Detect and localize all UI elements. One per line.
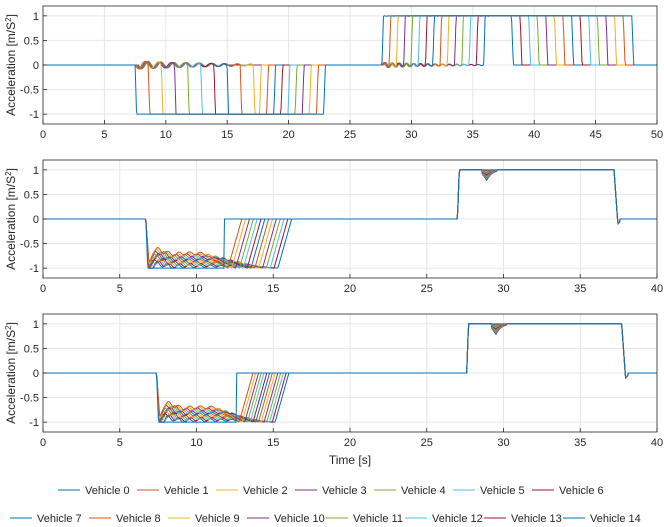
legend-label: Vehicle 14 (590, 513, 641, 525)
x-tick-label: 45 (589, 129, 601, 141)
legend-item-vehicle-4: Vehicle 4 (374, 485, 446, 497)
x-tick-label: 0 (40, 129, 46, 141)
y-axis-label-close: ] (4, 168, 18, 171)
y-tick-label: 0 (33, 214, 39, 226)
x-tick-label: 5 (101, 129, 107, 141)
y-tick-label: 0 (33, 60, 39, 72)
legend-label: Vehicle 10 (274, 513, 325, 525)
y-tick-label: -1 (29, 263, 39, 275)
y-tick-label: 0.5 (24, 189, 39, 201)
legend: Vehicle 0 Vehicle 1 Vehicle 2 Vehicle 3 Vehi… (10, 485, 641, 525)
legend-item-vehicle-0: Vehicle 0 (58, 485, 130, 497)
legend-label: Vehicle 4 (401, 485, 446, 497)
y-tick-label: 1 (33, 165, 39, 177)
y-tick-label: -0.5 (20, 393, 39, 405)
legend-item-vehicle-8: Vehicle 8 (89, 513, 161, 525)
y-axis-label-main: Acceleration [m/S (4, 330, 18, 424)
legend-label: Vehicle 3 (322, 485, 367, 497)
y-tick-label: -1 (29, 417, 39, 429)
x-tick-label: 5 (117, 437, 123, 449)
y-tick-label: 0.5 (24, 35, 39, 47)
legend-label: Vehicle 12 (432, 513, 483, 525)
y-tick-label: -0.5 (20, 85, 39, 97)
legend-item-vehicle-14: Vehicle 14 (563, 513, 641, 525)
x-tick-label: 30 (497, 437, 509, 449)
legend-item-vehicle-11: Vehicle 11 (326, 513, 403, 525)
legend-item-vehicle-12: Vehicle 12 (405, 513, 483, 525)
legend-item-vehicle-10: Vehicle 10 (247, 513, 325, 525)
x-tick-label: 35 (467, 129, 479, 141)
legend-label: Vehicle 7 (37, 513, 82, 525)
legend-item-vehicle-5: Vehicle 5 (453, 485, 525, 497)
x-tick-label: 25 (421, 283, 433, 295)
x-tick-label: 30 (497, 283, 509, 295)
legend-label: Vehicle 0 (85, 485, 130, 497)
x-tick-label: 15 (267, 437, 279, 449)
legend-item-vehicle-7: Vehicle 7 (10, 513, 82, 525)
y-axis-label-main: Acceleration [m/S (4, 176, 18, 270)
x-tick-label: 40 (528, 129, 540, 141)
legend-item-vehicle-13: Vehicle 13 (484, 513, 562, 525)
chart-panel-3: 0 5 10 15 20 25 30 35 40 -1 -0.5 0 0.5 1 Acceleration … (4, 313, 663, 467)
x-tick-label: 10 (190, 283, 202, 295)
chart-panel-1: 0 5 10 15 20 25 30 35 40 45 50 -1 -0.5 0 0.5 1 Accelerat… (4, 5, 663, 141)
x-tick-label: 40 (651, 437, 663, 449)
legend-item-vehicle-9: Vehicle 9 (168, 513, 240, 525)
y-tick-label: -0.5 (20, 239, 39, 251)
legend-item-vehicle-6: Vehicle 6 (532, 485, 604, 497)
x-tick-label: 20 (344, 437, 356, 449)
legend-item-vehicle-1: Vehicle 1 (137, 485, 209, 497)
x-axis-label: Time [s] (329, 453, 371, 467)
y-tick-label: 1 (33, 11, 39, 23)
y-axis-label: Acceleration [m/S2] (4, 14, 18, 116)
x-tick-label: 5 (117, 283, 123, 295)
legend-label: Vehicle 8 (116, 513, 161, 525)
y-tick-label: -1 (29, 109, 39, 121)
x-tick-label: 0 (40, 283, 46, 295)
x-tick-label: 35 (574, 437, 586, 449)
x-tick-label: 25 (344, 129, 356, 141)
x-tick-label: 35 (574, 283, 586, 295)
legend-item-vehicle-2: Vehicle 2 (216, 485, 288, 497)
chart-panel-2: 0 5 10 15 20 25 30 35 40 -1 -0.5 0 0.5 1 Acceleration … (4, 159, 663, 295)
legend-label: Vehicle 2 (243, 485, 288, 497)
x-tick-label: 20 (344, 283, 356, 295)
x-tick-label: 50 (651, 129, 663, 141)
y-tick-label: 1 (33, 319, 39, 331)
y-tick-label: 0 (33, 368, 39, 380)
legend-label: Vehicle 9 (195, 513, 240, 525)
x-tick-label: 20 (282, 129, 294, 141)
legend-label: Vehicle 11 (353, 513, 403, 525)
x-tick-label: 25 (421, 437, 433, 449)
y-axis-label-main: Acceleration [m/S (4, 22, 18, 116)
legend-label: Vehicle 6 (559, 485, 604, 497)
legend-label: Vehicle 1 (164, 485, 209, 497)
y-axis-label-close: ] (4, 14, 18, 17)
y-axis-label: Acceleration [m/S2] (4, 168, 18, 270)
x-tick-label: 0 (40, 437, 46, 449)
y-tick-label: 0.5 (24, 343, 39, 355)
y-axis-label-close: ] (4, 322, 18, 325)
x-tick-label: 40 (651, 283, 663, 295)
legend-item-vehicle-3: Vehicle 3 (295, 485, 367, 497)
figure: 0 5 10 15 20 25 30 35 40 45 50-1-0.500.51Accelerat… (4, 5, 663, 525)
x-tick-label: 15 (267, 283, 279, 295)
legend-label: Vehicle 5 (480, 485, 525, 497)
x-tick-label: 10 (160, 129, 172, 141)
x-tick-label: 10 (190, 437, 202, 449)
x-tick-label: 30 (405, 129, 417, 141)
legend-label: Vehicle 13 (511, 513, 562, 525)
x-tick-label: 15 (221, 129, 233, 141)
y-axis-label: Acceleration [m/S2] (4, 322, 18, 424)
